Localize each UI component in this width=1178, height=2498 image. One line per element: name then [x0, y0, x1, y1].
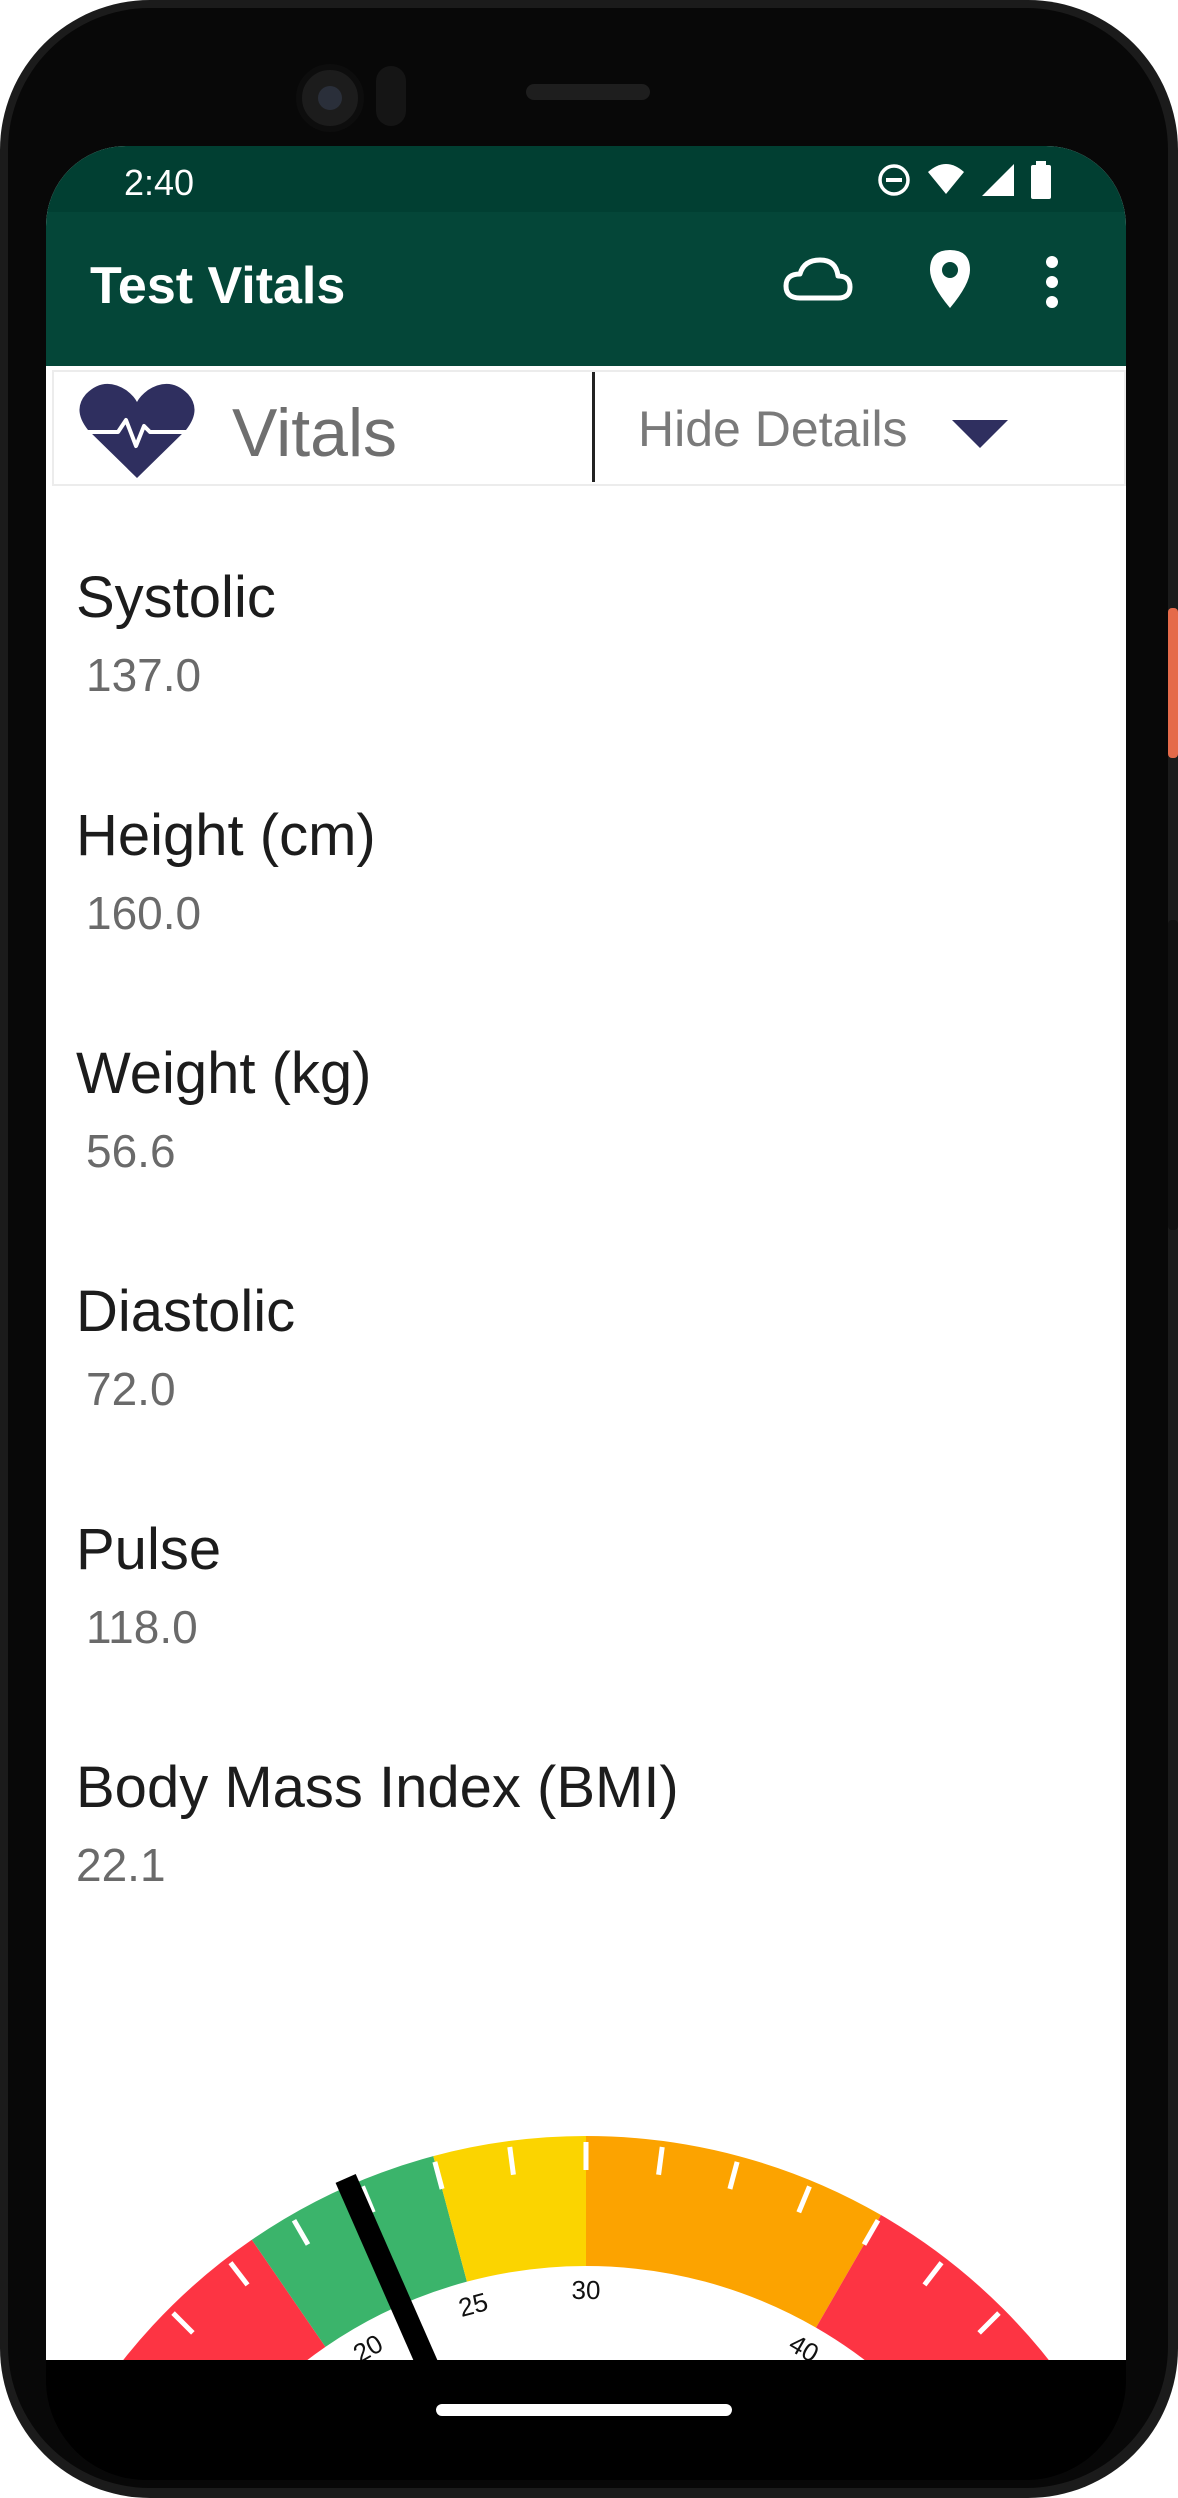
bmi-gauge: 102025304050 — [108, 2136, 1064, 2380]
front-camera — [296, 64, 364, 132]
vital-label-pulse: Pulse — [76, 1517, 222, 1582]
vital-value-pulse: 118.0 — [86, 1601, 198, 1653]
screen: 2:40 Test Vitals Vitals Hide Details Sys… — [46, 146, 1126, 2380]
hide-details-toggle[interactable]: Hide Details — [638, 400, 908, 458]
more-vert-icon[interactable] — [1042, 254, 1062, 310]
vital-value-height: 160.0 — [86, 887, 202, 939]
status-time: 2:40 — [124, 162, 195, 203]
vital-value-diastolic: 72.0 — [86, 1363, 176, 1415]
status-icons — [876, 160, 1052, 200]
vital-value-weight: 56.6 — [86, 1125, 176, 1177]
app-bar: Test Vitals — [46, 212, 1126, 366]
app-title: Test Vitals — [90, 257, 346, 315]
bmi-label: Body Mass Index (BMI) — [76, 1755, 679, 1820]
location-pin-icon[interactable] — [926, 248, 974, 312]
vital-label-weight: Weight (kg) — [76, 1041, 372, 1106]
gauge-tick-label-2: 25 — [455, 2287, 491, 2323]
vital-label-systolic: Systolic — [76, 565, 276, 630]
signal-icon — [982, 164, 1014, 196]
volume-button — [1168, 920, 1178, 1230]
battery-icon — [1031, 161, 1051, 199]
vital-label-diastolic: Diastolic — [76, 1279, 296, 1344]
bmi-value: 22.1 — [76, 1839, 166, 1891]
status-bar: 2:40 — [46, 146, 1126, 212]
cloud-icon[interactable] — [782, 252, 854, 312]
vitals-title: Vitals — [232, 395, 398, 471]
power-button — [1168, 608, 1178, 758]
home-gesture-bar[interactable] — [436, 2404, 732, 2416]
triangle-down-icon[interactable] — [952, 420, 1008, 450]
wifi-icon — [928, 164, 964, 194]
heart-pulse-icon — [79, 383, 195, 478]
proximity-sensor — [376, 66, 406, 126]
earpiece-speaker — [526, 84, 650, 100]
navigation-bar — [46, 2360, 1126, 2480]
vital-value-systolic: 137.0 — [86, 649, 202, 701]
vitals-header: Vitals Hide Details — [52, 370, 1126, 486]
do-not-disturb-icon — [878, 164, 910, 196]
gauge-tick-label-3: 30 — [572, 2275, 601, 2305]
header-divider — [592, 372, 595, 482]
vital-label-height: Height (cm) — [76, 803, 376, 868]
